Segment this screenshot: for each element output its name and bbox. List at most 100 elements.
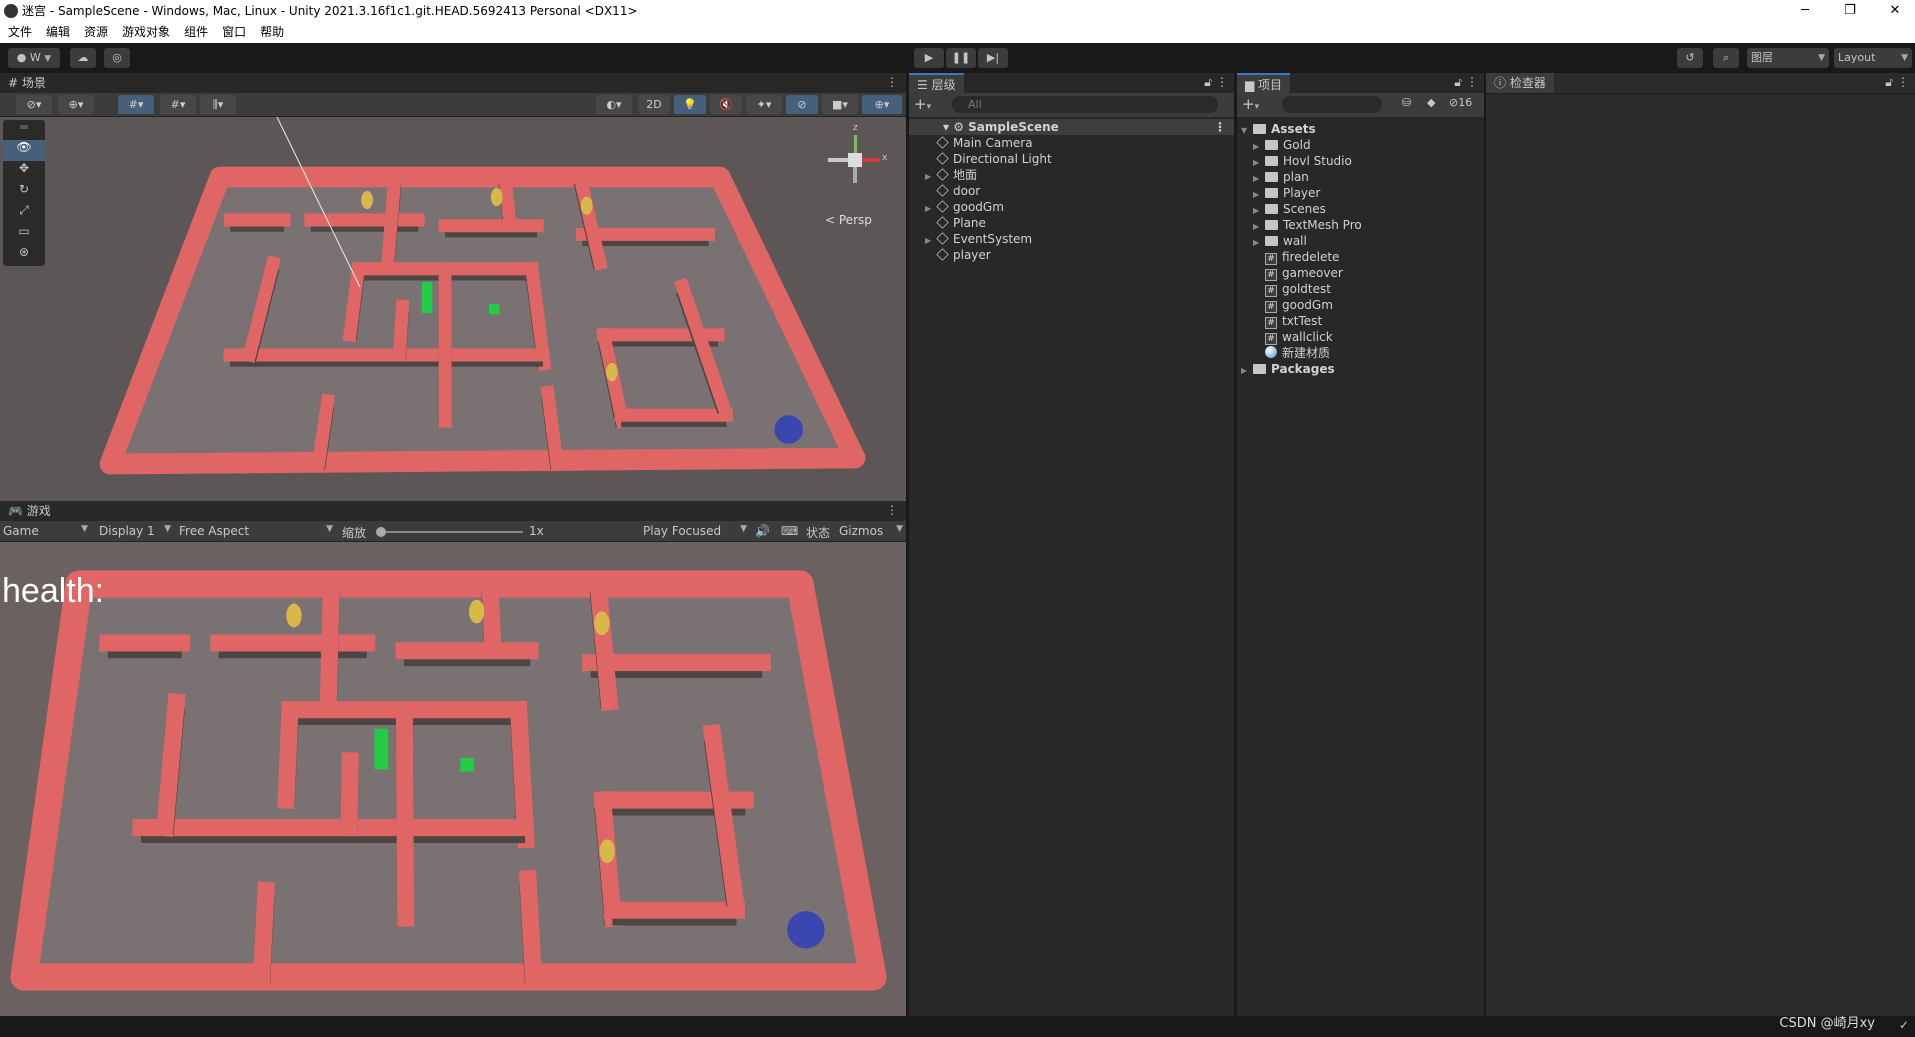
- scene-view[interactable]: ═ 👁 ✥ ↻ ⤢ ▭ ⊛ z x < Persp: [0, 117, 906, 501]
- hierarchy-item[interactable]: ▶ 地面: [909, 167, 1234, 183]
- tab-game[interactable]: 🎮 游戏: [0, 501, 59, 521]
- game-mode-dropdown[interactable]: Game ▼: [3, 524, 88, 538]
- global-icon[interactable]: ⊕▾: [58, 95, 94, 114]
- tab-hierarchy[interactable]: ☰ 层级: [909, 73, 964, 93]
- pause-button[interactable]: ❚❚: [946, 48, 976, 68]
- history-icon[interactable]: ↺: [1677, 48, 1703, 68]
- menu-component[interactable]: 组件: [184, 22, 208, 43]
- hierarchy-item[interactable]: Main Camera: [909, 135, 1234, 151]
- camera-icon[interactable]: ■▾: [822, 95, 858, 114]
- slider-handle[interactable]: [376, 527, 386, 537]
- assets-folder[interactable]: ▼ Assets: [1237, 121, 1484, 137]
- display-dropdown[interactable]: Display 1 ▼: [99, 524, 171, 538]
- project-folder[interactable]: ▶ Hovl Studio: [1237, 153, 1484, 169]
- toggle-2d-button[interactable]: 2D: [638, 95, 670, 114]
- hierarchy-item[interactable]: ▶ EventSystem: [909, 231, 1234, 247]
- project-material[interactable]: 新建材质: [1237, 345, 1484, 361]
- more-icon[interactable]: ⋮: [886, 503, 898, 517]
- grid-snap-icon[interactable]: #▾: [118, 95, 154, 114]
- hierarchy-search-input[interactable]: All: [952, 96, 1218, 113]
- project-script[interactable]: # txtTest: [1237, 313, 1484, 329]
- lighting-icon[interactable]: 💡: [674, 95, 706, 114]
- project-script[interactable]: # goodGm: [1237, 297, 1484, 313]
- menu-edit[interactable]: 编辑: [46, 22, 70, 43]
- layers-dropdown[interactable]: 图层 ▼: [1747, 48, 1829, 68]
- packages-folder[interactable]: ▶ Packages: [1237, 361, 1484, 377]
- project-folder[interactable]: ▶ Scenes: [1237, 201, 1484, 217]
- project-folder[interactable]: ▶ TextMesh Pro: [1237, 217, 1484, 233]
- restore-button[interactable]: ❐: [1830, 0, 1870, 22]
- project-folder[interactable]: ▶ plan: [1237, 169, 1484, 185]
- transform-tool-icon[interactable]: ⊛: [3, 245, 45, 266]
- project-folder[interactable]: ▶ Player: [1237, 185, 1484, 201]
- aspect-dropdown[interactable]: Free Aspect ▼: [179, 524, 333, 538]
- audio-icon[interactable]: 🔇: [710, 95, 742, 114]
- ruler-icon[interactable]: ⫼▾: [200, 95, 236, 114]
- project-script[interactable]: # gameover: [1237, 265, 1484, 281]
- game-view[interactable]: health:: [0, 542, 906, 1016]
- more-icon[interactable]: ⋮: [886, 75, 898, 89]
- scene-gizmo[interactable]: z x: [820, 123, 890, 191]
- account-button[interactable]: ● W ▼: [8, 48, 60, 68]
- scene-root-row[interactable]: ▾ ⚙ SampleScene ⋮: [909, 119, 1234, 135]
- menu-assets[interactable]: 资源: [84, 22, 108, 43]
- project-folder[interactable]: ▶ wall: [1237, 233, 1484, 249]
- project-search-input[interactable]: [1282, 96, 1382, 113]
- move-tool-icon[interactable]: ✥: [3, 161, 45, 182]
- scale-slider[interactable]: [376, 527, 523, 537]
- lock-icon[interactable]: 🔓︎: [1454, 75, 1462, 90]
- hierarchy-item[interactable]: player: [909, 247, 1234, 263]
- hidden-objects-icon[interactable]: ⊘: [786, 95, 818, 114]
- minimize-button[interactable]: ─: [1785, 0, 1825, 22]
- menu-help[interactable]: 帮助: [260, 22, 284, 43]
- more-icon[interactable]: ⋮: [1466, 75, 1478, 89]
- mute-audio-icon[interactable]: 🔊: [755, 524, 770, 538]
- filter-type-icon[interactable]: ⛁: [1402, 96, 1411, 109]
- lock-icon[interactable]: 🔓︎: [1885, 75, 1893, 90]
- hidden-packages-icon[interactable]: ⊘16: [1449, 96, 1472, 109]
- menu-file[interactable]: 文件: [8, 22, 32, 43]
- close-button[interactable]: ✕: [1875, 0, 1915, 22]
- play-mode-dropdown[interactable]: Play Focused ▼: [643, 524, 747, 538]
- gizmos-icon[interactable]: ⊕▾: [862, 95, 902, 114]
- tab-inspector[interactable]: ⓘ 检查器: [1486, 73, 1554, 93]
- cloud-icon[interactable]: ☁: [70, 48, 96, 68]
- view-tool-icon[interactable]: 👁: [3, 140, 45, 161]
- draw-mode-icon[interactable]: ⊘▾: [16, 95, 52, 114]
- menu-window[interactable]: 窗口: [222, 22, 246, 43]
- project-script[interactable]: # wallclick: [1237, 329, 1484, 345]
- rect-tool-icon[interactable]: ▭: [3, 224, 45, 245]
- search-icon[interactable]: ⌕: [1713, 48, 1739, 68]
- projection-label[interactable]: < Persp: [825, 213, 872, 227]
- hierarchy-item[interactable]: ▶ goodGm: [909, 199, 1234, 215]
- create-button[interactable]: +▾: [1242, 95, 1259, 113]
- add-button[interactable]: +▾: [914, 95, 931, 113]
- effects-icon[interactable]: ✦▾: [746, 95, 782, 114]
- progress-check-icon[interactable]: ✓: [1899, 1018, 1909, 1032]
- filter-label-icon[interactable]: ◆: [1427, 96, 1435, 109]
- hierarchy-item[interactable]: Directional Light: [909, 151, 1234, 167]
- menu-gameobject[interactable]: 游戏对象: [122, 22, 170, 43]
- tab-scene[interactable]: # 场景: [0, 73, 54, 93]
- shading-icon[interactable]: ◐▾: [596, 95, 632, 114]
- step-button[interactable]: ▶|: [978, 48, 1008, 68]
- more-icon[interactable]: ⋮: [1897, 75, 1909, 89]
- hierarchy-item[interactable]: Plane: [909, 215, 1234, 231]
- lock-icon[interactable]: 🔓︎: [1204, 75, 1212, 90]
- increment-snap-icon[interactable]: #▾: [160, 95, 196, 114]
- rotate-tool-icon[interactable]: ↻: [3, 182, 45, 203]
- hierarchy-item[interactable]: door: [909, 183, 1234, 199]
- drag-handle[interactable]: ═: [3, 120, 45, 140]
- more-icon[interactable]: ⋮: [1216, 75, 1228, 89]
- tab-project[interactable]: ▆ 项目: [1237, 73, 1291, 93]
- play-button[interactable]: ▶: [914, 48, 944, 68]
- stats-button[interactable]: 状态: [806, 524, 830, 541]
- project-folder[interactable]: ▶ Gold: [1237, 137, 1484, 153]
- project-script[interactable]: # firedelete: [1237, 249, 1484, 265]
- scale-tool-icon[interactable]: ⤢: [3, 203, 45, 224]
- project-script[interactable]: # goldtest: [1237, 281, 1484, 297]
- collab-icon[interactable]: ◎: [104, 48, 130, 68]
- layout-dropdown[interactable]: Layout ▼: [1834, 48, 1912, 68]
- keyboard-icon[interactable]: ⌨: [781, 524, 798, 538]
- gizmos-dropdown[interactable]: Gizmos ▼: [839, 524, 903, 538]
